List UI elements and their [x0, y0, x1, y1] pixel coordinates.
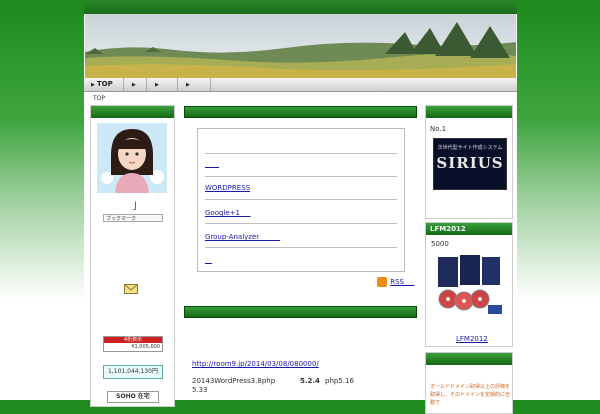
lfm-link[interactable]: LFM2012	[456, 335, 488, 343]
link-item-2[interactable]: WORDPRESS	[205, 184, 250, 192]
header-banner	[85, 14, 516, 78]
nav-item-4[interactable]: ▶	[179, 78, 211, 91]
bookmark-button[interactable]: ブックマーク	[103, 214, 163, 222]
right-heading-3	[426, 353, 512, 365]
link-item-4[interactable]: Group-Analyzer	[205, 232, 280, 242]
link-item-3[interactable]: Google+1 _	[205, 208, 251, 218]
left-sidebar: 亅 ブックマーク 4桁表示 ¥1,005,600 1,101,044,130円 …	[90, 105, 175, 407]
divider	[205, 198, 397, 200]
post-text-3: 5.33	[192, 386, 208, 394]
divider	[205, 152, 397, 154]
post-text-2: php5.16	[325, 377, 354, 385]
right-widget-lfm: LFM2012 5000 LFM2012	[425, 222, 513, 347]
post-version: 5.2.4	[300, 377, 320, 385]
sirius-banner[interactable]: 次世代型サイト作成システム SIRIUS	[433, 138, 507, 190]
triangle-icon: ▶	[155, 82, 159, 88]
header-strip	[84, 0, 517, 14]
right-widget-sirius: No.1 次世代型サイト作成システム SIRIUS	[425, 105, 513, 219]
rank-label: No.1	[430, 125, 447, 133]
divider	[205, 246, 397, 248]
link-item-5[interactable]: __	[205, 256, 212, 264]
counter-widget[interactable]: 4桁表示 ¥1,005,600	[103, 336, 163, 352]
promo-text: オールドドメイン取得以上の評価を取得し、そのドメインを定期的に自動で	[430, 384, 511, 406]
right-heading-2: LFM2012	[426, 223, 512, 235]
lfm-product-image[interactable]	[434, 253, 504, 320]
center-heading-2	[184, 306, 417, 318]
right-heading-1	[426, 106, 512, 118]
lfm-price: 5000	[431, 240, 449, 248]
link-item-1[interactable]: ____	[205, 160, 219, 168]
avatar	[97, 123, 167, 193]
triangle-icon: ▶	[91, 82, 95, 88]
landscape-image	[85, 14, 516, 78]
mail-icon[interactable]	[124, 284, 138, 296]
breadcrumb[interactable]: TOP	[93, 95, 105, 102]
nav-item-2[interactable]: ▶	[125, 78, 147, 91]
post-text-1: 20143WordPress3.8php	[192, 377, 276, 385]
rss-icon	[377, 277, 387, 287]
center-heading-1	[184, 106, 417, 118]
right-widget-promo: オールドドメイン取得以上の評価を取得し、そのドメインを定期的に自動で	[425, 352, 513, 414]
nav-item-top[interactable]: ▶ TOP	[84, 78, 124, 91]
left-sidebar-heading	[91, 106, 174, 118]
triangle-icon: ▶	[186, 82, 190, 88]
post-link[interactable]: http://room9.jp/2014/03/08/080000/	[192, 360, 319, 368]
triangle-icon: ▶	[132, 82, 136, 88]
avatar-illustration	[97, 123, 167, 193]
global-nav: ▶ TOP ▶ ▶ ▶	[84, 78, 517, 92]
page-wrapper: ▶ TOP ▶ ▶ ▶ TOP 亅 ブックマーク 4桁表示 ¥1,005,600…	[84, 0, 517, 414]
rss-link[interactable]: RSS _	[377, 277, 415, 287]
soho-banner[interactable]: SOHO 在宅	[107, 391, 159, 403]
divider	[205, 222, 397, 224]
counter-widget-2[interactable]: 1,101,044,130円	[103, 365, 163, 379]
char-line: 亅	[131, 202, 141, 212]
link-list-box: ____ WORDPRESS Google+1 _ Group-Analyzer…	[197, 128, 405, 272]
nav-item-3[interactable]: ▶	[148, 78, 178, 91]
divider	[205, 175, 397, 177]
